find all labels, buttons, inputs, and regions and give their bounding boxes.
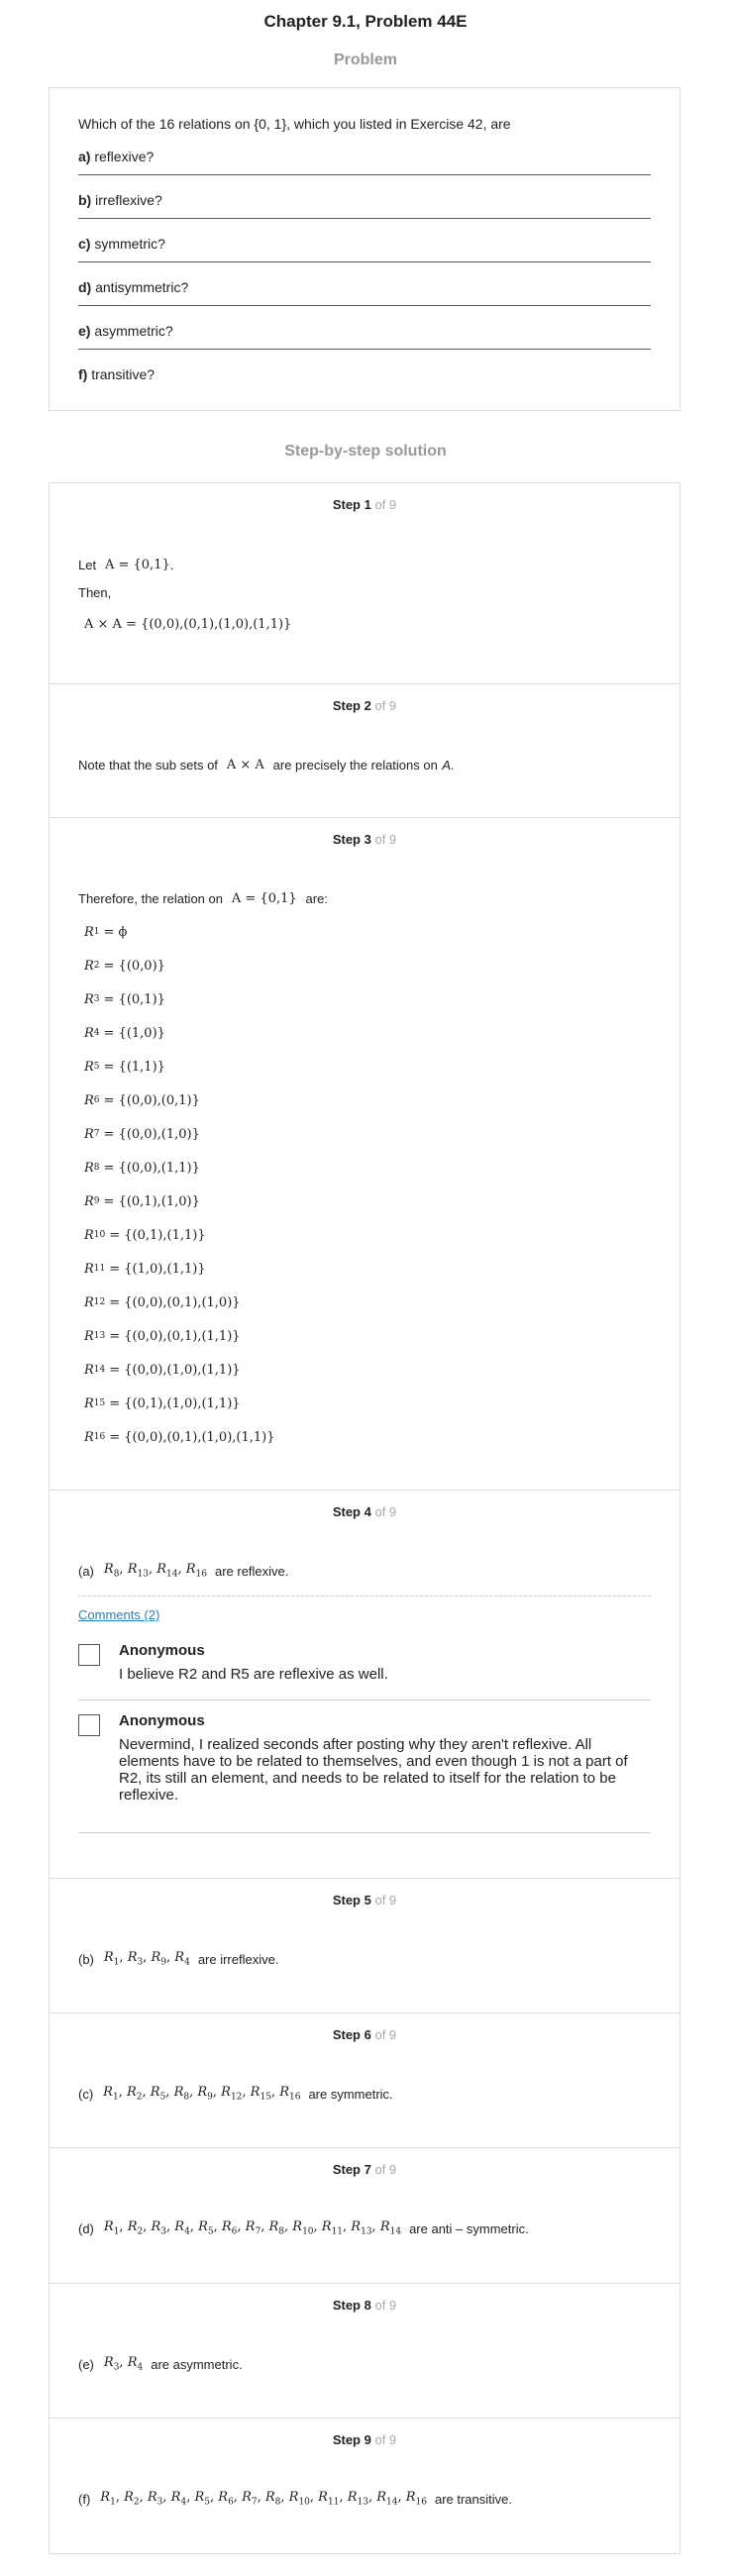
relation-item: R 2 = {(0,0)} <box>84 958 165 974</box>
comment-item: Anonymous I believe R2 and R5 are reflex… <box>78 1630 651 1700</box>
answer-line: (a) R8, R13, R14, R16 are reflexive. <box>78 1562 289 1580</box>
step-header: Step 8 of 9 <box>332 2298 397 2313</box>
comments-link[interactable]: Comments (2) <box>78 1607 159 1622</box>
relation-item: R 15 = {(0,1),(1,0),(1,1)} <box>84 1395 241 1411</box>
comment-item: Anonymous Nevermind, I realized seconds … <box>78 1700 651 1833</box>
answer-line: (f) R1, R2, R3, R4, R5, R6, R7, R8, R10, … <box>78 2490 513 2508</box>
step-header: Step 7 of 9 <box>332 2162 397 2177</box>
step-2: Step 2 of 9 Note that the sub sets of A … <box>50 684 679 818</box>
problem-part: f) transitive? <box>78 366 156 382</box>
step-header: Step 1 of 9 <box>332 497 397 512</box>
step-4: Step 4 of 9 (a) R8, R13, R14, R16 are refl… <box>50 1491 679 1879</box>
relation-item: R 7 = {(0,0),(1,0)} <box>84 1126 200 1142</box>
step-header: Step 4 of 9 <box>332 1504 397 1519</box>
answer-line: (e) R3, R4 are asymmetric. <box>78 2355 243 2373</box>
relation-item: R 4 = {(1,0)} <box>84 1025 165 1041</box>
relation-item: R 10 = {(0,1),(1,1)} <box>84 1227 206 1243</box>
relation-item: R 9 = {(0,1),(1,0)} <box>84 1193 200 1209</box>
relation-item: R 16 = {(0,0),(0,1),(1,0),(1,1)} <box>84 1429 275 1445</box>
problem-part: e) asymmetric? <box>78 318 651 350</box>
relation-item: R 11 = {(1,0),(1,1)} <box>84 1261 206 1277</box>
relation-item: R 13 = {(0,0),(0,1),(1,1)} <box>84 1328 241 1344</box>
answer-line: (d) R1, R2, R3, R4, R5, R6, R7, R8, R10, … <box>78 2219 529 2237</box>
comment-text: I believe R2 and R5 are reflexive as wel… <box>119 1666 388 1683</box>
cartesian-product: A × A = {(0,0),(0,1),(1,0),(1,1)} <box>84 616 292 632</box>
relation-item: R 6 = {(0,0),(0,1)} <box>84 1092 200 1108</box>
problem-part: d) antisymmetric? <box>78 274 651 306</box>
relation-item: R 1 = ϕ <box>84 924 128 940</box>
step-5: Step 5 of 9 (b) R1, R3, R9, R4 are irrefle… <box>50 1879 679 2013</box>
step-7: Step 7 of 9 (d) R1, R2, R3, R4, R5, R6, R… <box>50 2148 679 2284</box>
comment-checkbox[interactable] <box>78 1644 100 1666</box>
step-6: Step 6 of 9 (c) R1, R2, R5, R8, R9, R12, … <box>50 2013 679 2148</box>
step-9: Step 9 of 9 (f) R1, R2, R3, R4, R5, R6, R… <box>50 2419 679 2553</box>
relation-item: R 3 = {(0,1)} <box>84 991 165 1007</box>
relation-item: R 14 = {(0,0),(1,0),(1,1)} <box>84 1362 241 1378</box>
problem-part: c) symmetric? <box>78 231 651 262</box>
step-8: Step 8 of 9 (e) R3, R4 are asymmetric. <box>50 2284 679 2419</box>
relations-list: R 1 = ϕ R 2 = {(0,0)} R 3 = {(0,1)} R 4 = {(1,0)} R 5… <box>78 915 651 1454</box>
comment-text: Nevermind, I realized seconds after post… <box>119 1736 628 1803</box>
problem-part: a) reflexive? <box>78 144 651 175</box>
step-header: Step 9 of 9 <box>332 2432 397 2447</box>
solution-heading: Step-by-step solution <box>284 443 447 460</box>
relation-item: R 12 = {(0,0),(0,1),(1,0)} <box>84 1294 241 1310</box>
problem-heading: Problem <box>333 52 397 68</box>
set-a-definition: A = {0,1} <box>104 557 170 572</box>
answer-line: (c) R1, R2, R5, R8, R9, R12, R15, R16 are … <box>78 2085 393 2103</box>
answer-line: (b) R1, R3, R9, R4 are irreflexive. <box>78 1950 279 1968</box>
comment-author: Anonymous <box>119 1642 205 1659</box>
comment-checkbox[interactable] <box>78 1714 100 1736</box>
problem-intro: Which of the 16 relations on {0, 1}, whi… <box>78 116 511 132</box>
comment-author: Anonymous <box>119 1712 205 1729</box>
solution-steps: Step 1 of 9 Let A = {0,1} . Then, A × A … <box>49 482 680 2554</box>
step-header: Step 5 of 9 <box>332 1893 397 1907</box>
step-1: Step 1 of 9 Let A = {0,1} . Then, A × A … <box>50 483 679 684</box>
page-title: Chapter 9.1, Problem 44E <box>263 12 468 31</box>
relation-item: R 8 = {(0,0),(1,1)} <box>84 1160 200 1176</box>
step-header: Step 6 of 9 <box>332 2027 397 2042</box>
step-header: Step 3 of 9 <box>332 832 397 847</box>
step-header: Step 2 of 9 <box>332 698 397 713</box>
problem-part: b) irreflexive? <box>78 187 651 219</box>
relation-item: R 5 = {(1,1)} <box>84 1059 165 1075</box>
problem-box: Which of the 16 relations on {0, 1}, whi… <box>49 87 680 411</box>
step-3: Step 3 of 9 Therefore, the relation on A… <box>50 818 679 1491</box>
